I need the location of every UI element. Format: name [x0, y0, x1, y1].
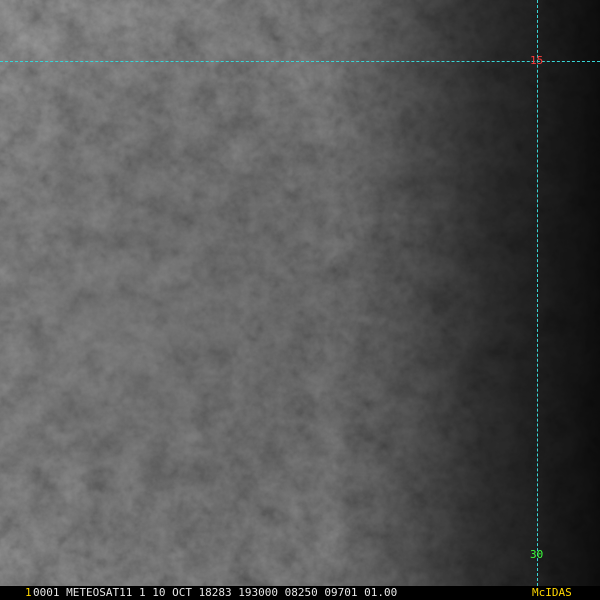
latitude-label: 15: [530, 54, 544, 67]
satellite-image: [0, 0, 600, 600]
frame-number: 1: [25, 586, 32, 599]
latitude-line-15: [0, 61, 600, 62]
image-header-text: 0001 METEOSAT11 1 10 OCT 18283 193000 08…: [33, 586, 398, 599]
longitude-line-30: [537, 0, 538, 586]
satellite-viewer[interactable]: 15 30: [0, 0, 600, 600]
longitude-label: 30: [530, 548, 544, 561]
software-label: McIDAS: [532, 586, 572, 599]
image-info-bar: 1 0001 METEOSAT11 1 10 OCT 18283 193000 …: [0, 586, 600, 600]
